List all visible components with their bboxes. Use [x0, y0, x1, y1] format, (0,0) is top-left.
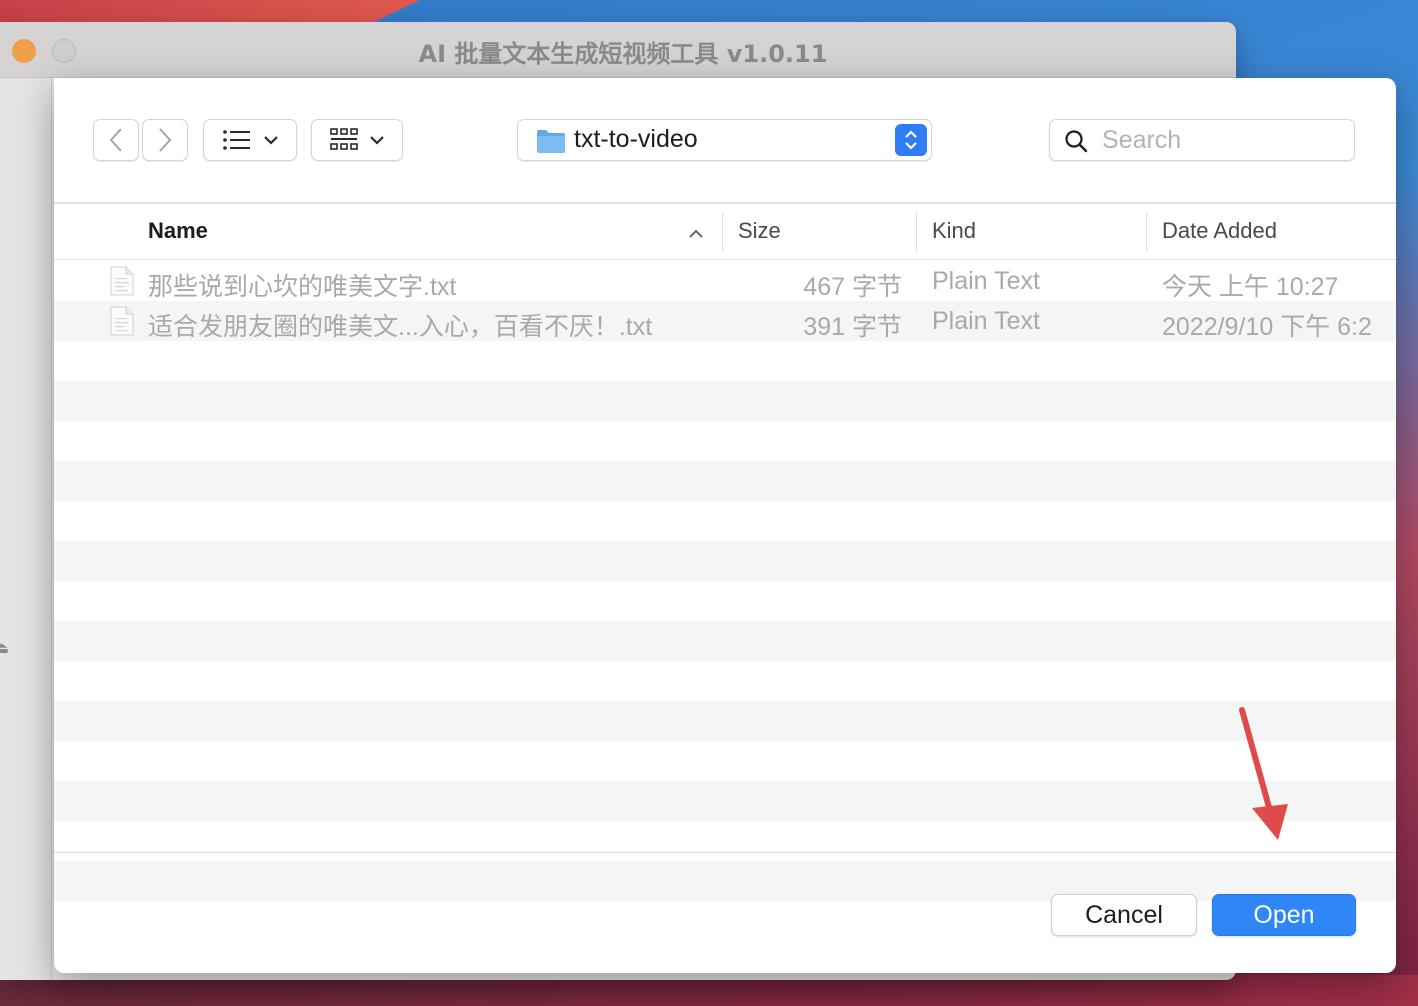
search-icon [1064, 129, 1088, 157]
empty-row [54, 541, 1396, 581]
location-label: txt-to-video [574, 125, 698, 153]
sort-ascending-icon[interactable] [688, 224, 704, 243]
file-name: 适合发朋友圈的唯美文...入心，百看不厌！.txt [148, 313, 653, 341]
file-list: 那些说到心坎的唯美文字.txt 467 字节 Plain Text 今天 上午 … [54, 261, 1396, 901]
column-separator[interactable] [722, 212, 723, 252]
annotation-arrow-icon [1239, 707, 1288, 840]
column-header-size[interactable]: Size [738, 218, 781, 244]
empty-row [54, 621, 1396, 661]
file-date-added: 今天 上午 10:27 [1162, 273, 1339, 301]
search-field[interactable] [1049, 119, 1355, 161]
footer-divider [54, 852, 1396, 853]
table-row[interactable]: 那些说到心坎的唯美文字.txt 467 字节 Plain Text 今天 上午 … [54, 261, 1396, 301]
file-name: 那些说到心坎的唯美文字.txt [148, 273, 457, 301]
window-title: AI 批量文本生成短视频工具 v1.0.11 [418, 40, 828, 68]
chevron-right-icon [157, 127, 173, 153]
file-size: 467 字节 [803, 273, 902, 301]
open-file-dialog: txt-to-video Name Size [54, 78, 1396, 973]
list-view-button[interactable] [203, 119, 297, 161]
grid-view-button[interactable] [311, 119, 403, 161]
column-header-kind[interactable]: Kind [932, 218, 976, 244]
search-input[interactable] [1102, 124, 1342, 156]
chevron-down-icon [370, 135, 384, 145]
empty-row [54, 461, 1396, 501]
column-header-name[interactable]: Name [148, 218, 208, 244]
grid-view-icon [330, 128, 358, 152]
dialog-toolbar: txt-to-video [54, 78, 1396, 202]
empty-row [54, 701, 1396, 741]
cancel-button[interactable]: Cancel [1051, 894, 1197, 936]
open-button[interactable]: Open [1212, 894, 1356, 936]
text-document-icon [110, 266, 134, 301]
file-date-added: 2022/9/10 下午 6:2 [1162, 313, 1372, 341]
folder-icon [536, 128, 566, 158]
empty-row [54, 501, 1396, 541]
app-sidebar: ⏏ [0, 78, 52, 980]
empty-row [54, 781, 1396, 821]
empty-row [54, 581, 1396, 621]
text-document-icon [110, 306, 134, 341]
file-size: 391 字节 [803, 313, 902, 341]
file-kind: Plain Text [932, 307, 1040, 335]
forward-button[interactable] [142, 119, 188, 161]
column-separator[interactable] [1146, 212, 1147, 252]
list-view-icon [222, 129, 252, 151]
column-separator[interactable] [916, 212, 917, 252]
empty-row [54, 741, 1396, 781]
chevron-down-icon [264, 135, 278, 145]
location-stepper-icon[interactable] [895, 124, 927, 156]
empty-row [54, 341, 1396, 381]
file-kind: Plain Text [932, 267, 1040, 295]
empty-row [54, 821, 1396, 861]
chevron-left-icon [108, 127, 124, 153]
empty-row [54, 421, 1396, 461]
table-row[interactable]: 适合发朋友圈的唯美文...入心，百看不厌！.txt 391 字节 Plain T… [54, 301, 1396, 341]
column-header-row: Name Size Kind Date Added [54, 204, 1396, 260]
empty-row [54, 661, 1396, 701]
empty-row [54, 381, 1396, 421]
eject-icon[interactable]: ⏏ [0, 638, 9, 657]
location-popup[interactable]: txt-to-video [517, 119, 932, 161]
app-titlebar: AI 批量文本生成短视频工具 v1.0.11 [0, 22, 1236, 78]
back-button[interactable] [93, 119, 139, 161]
column-header-date-added[interactable]: Date Added [1162, 218, 1277, 244]
